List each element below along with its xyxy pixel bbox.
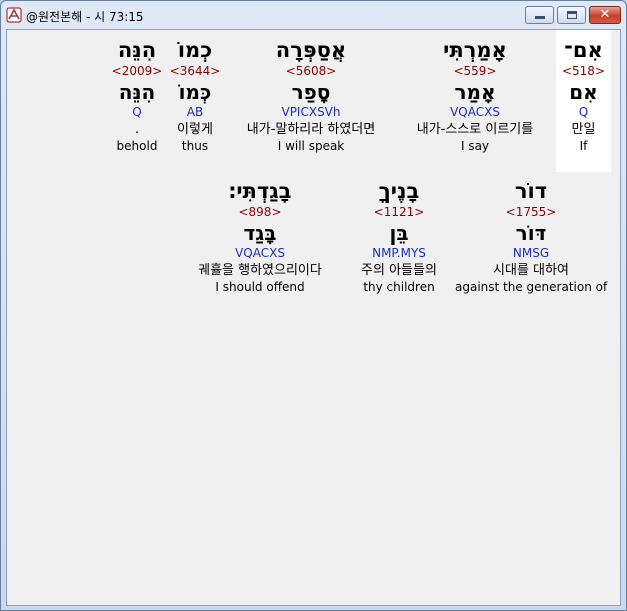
korean-gloss: 시대를 대하여 (493, 263, 569, 278)
strongs-number[interactable]: <1121> (349, 205, 449, 220)
maximize-icon (567, 11, 577, 19)
hebrew-root: בֵּן (389, 221, 409, 245)
english-gloss: If (579, 139, 588, 153)
maximize-button[interactable] (557, 6, 586, 24)
parsing-code: NMSG (512, 246, 550, 260)
app-window: @원전본해 - 시 73:15 ✕ הִנֵּה <2009> הִנֵּה Q… (0, 0, 627, 611)
window-title: @원전본해 - 시 73:15 (26, 10, 144, 24)
hebrew-root: כְּמוֹ (178, 80, 212, 104)
strongs-number[interactable]: <898> (173, 205, 347, 220)
close-icon: ✕ (599, 7, 611, 22)
strongs-number[interactable]: <1755> (455, 205, 607, 220)
strongs-number[interactable]: <3644> (167, 64, 223, 79)
strongs-number[interactable]: <5608> (229, 64, 393, 79)
korean-gloss: 만일 (571, 122, 596, 137)
hebrew-word: הִנֵּה (117, 38, 157, 62)
korean-gloss: . (134, 122, 140, 137)
hebrew-root: בָּגַד (243, 221, 277, 245)
title-bar[interactable]: @원전본해 - 시 73:15 ✕ (1, 1, 626, 29)
hebrew-word: כְמוֹ (177, 38, 213, 62)
strongs-number[interactable]: <2009> (107, 64, 167, 79)
hebrew-word: אָמַרְתִּי (443, 38, 507, 62)
english-gloss: I will speak (277, 139, 345, 153)
app-icon (6, 7, 22, 23)
korean-gloss: 궤휼을 행하였으리이다 (198, 263, 322, 278)
strongs-number[interactable]: <518> (556, 64, 611, 79)
parsing-code: VQACXS (235, 246, 285, 260)
close-button[interactable]: ✕ (589, 6, 621, 24)
hebrew-word: דוֹר (514, 179, 548, 203)
minimize-icon (535, 16, 545, 19)
hebrew-root: אִם (569, 80, 598, 104)
minimize-button[interactable] (525, 6, 554, 24)
word-column[interactable]: כְמוֹ <3644> כְּמוֹ AB 이렇게 thus (167, 36, 223, 153)
word-column[interactable]: אָמַרְתִּי <559> אָמַר VQACXS 내가-스스로 이르기… (399, 36, 551, 153)
hebrew-word: בָנֶיךָ (378, 179, 420, 203)
hebrew-word: אֲסַפְּרָה (275, 38, 347, 62)
english-gloss: thus (181, 139, 209, 153)
interlinear-view[interactable]: הִנֵּה <2009> הִנֵּה Q . behold כְמוֹ <3… (6, 29, 621, 606)
word-column[interactable]: בָגַדְתִּי׃ <898> בָּגַד VQACXS 궤휼을 행하였으… (173, 177, 347, 294)
word-column[interactable]: הִנֵּה <2009> הִנֵּה Q . behold (107, 36, 167, 153)
hebrew-word: אִם־ (564, 38, 603, 62)
parsing-code: Q (578, 105, 589, 119)
english-gloss: I should offend (215, 280, 305, 294)
word-column[interactable]: בָנֶיךָ <1121> בֵּן NMP.MYS 주의 아들들의 thy … (349, 177, 449, 294)
english-gloss: behold (116, 139, 158, 153)
hebrew-root: דּוֹר (515, 221, 547, 245)
english-gloss: I say (460, 139, 490, 153)
english-gloss: thy children (363, 280, 435, 294)
english-gloss: against the generation of (455, 280, 608, 294)
word-column[interactable]: דוֹר <1755> דּוֹר NMSG 시대를 대하여 against t… (455, 177, 607, 294)
parsing-code: AB (186, 105, 204, 119)
word-column[interactable]: אֲסַפְּרָה <5608> סָפַר VPICXSVh 내가-말하리라… (229, 36, 393, 153)
hebrew-root: אָמַר (454, 80, 496, 104)
hebrew-root: הִנֵּה (118, 80, 156, 104)
korean-gloss: 이렇게 (177, 122, 213, 137)
korean-gloss: 주의 아들들의 (361, 263, 437, 278)
hebrew-word: בָגַדְתִּי׃ (228, 179, 292, 203)
word-column-selected[interactable]: אִם־ <518> אִם Q 만일 If (556, 30, 611, 172)
strongs-number[interactable]: <559> (399, 64, 551, 79)
parsing-code: Q (132, 105, 142, 119)
korean-gloss: 내가-말하리라 하였더면 (246, 122, 376, 137)
parsing-code: VQACXS (450, 105, 500, 119)
korean-gloss: 내가-스스로 이르기를 (416, 122, 534, 137)
parsing-code: NMP.MYS (372, 246, 426, 260)
hebrew-root: סָפַר (291, 80, 331, 104)
parsing-code: VPICXSVh (281, 105, 341, 119)
